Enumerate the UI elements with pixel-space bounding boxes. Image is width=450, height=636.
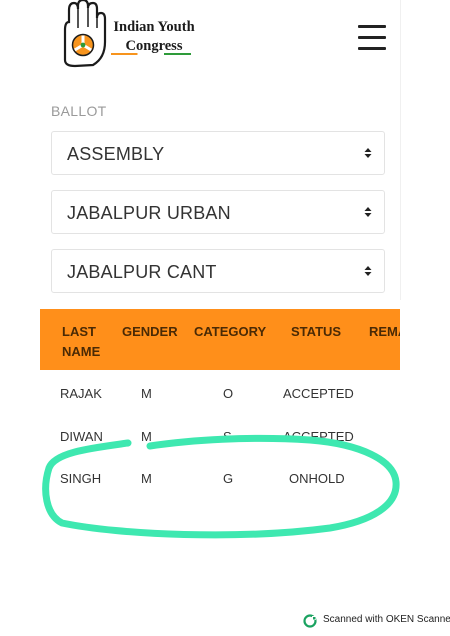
- logo-line-1: Indian Youth: [113, 19, 195, 35]
- constituency-select[interactable]: JABALPUR CANT: [51, 249, 385, 293]
- select-arrows-icon: [364, 148, 372, 158]
- cell-last-name: RAJAK: [60, 386, 102, 401]
- select-value: ASSEMBLY: [67, 144, 165, 164]
- candidates-table: LAST NAME GENDER CATEGORY STATUS REMA RA…: [40, 309, 400, 549]
- select-value: JABALPUR CANT: [67, 262, 217, 282]
- column-header-gender[interactable]: GENDER: [122, 322, 178, 342]
- table-row[interactable]: SINGH M G ONHOLD: [40, 454, 400, 496]
- page-edge-divider: [400, 0, 401, 300]
- menu-bar: [358, 47, 386, 50]
- column-header-status[interactable]: STATUS: [291, 322, 341, 342]
- scanner-logo-icon: [303, 614, 317, 628]
- logo-text: Indian Youth Congress: [108, 18, 200, 56]
- cell-category: S: [223, 429, 232, 444]
- cell-status: ACCEPTED: [283, 386, 354, 401]
- app-header: Indian Youth Congress: [0, 0, 400, 80]
- logo-tricolor-stripe: [111, 53, 191, 55]
- select-arrows-icon: [364, 207, 372, 217]
- column-header-category[interactable]: CATEGORY: [194, 322, 266, 342]
- cell-gender: M: [141, 386, 152, 401]
- menu-bar: [358, 25, 386, 28]
- select-arrows-icon: [364, 266, 372, 276]
- logo[interactable]: Indian Youth Congress: [55, 0, 195, 70]
- cell-status: ACCEPTED: [283, 429, 354, 444]
- cell-last-name: DIWAN: [60, 429, 103, 444]
- ballot-label: BALLOT: [51, 103, 107, 119]
- district-select[interactable]: JABALPUR URBAN: [51, 190, 385, 234]
- cell-last-name: SINGH: [60, 471, 102, 486]
- table-row[interactable]: DIWAN M S ACCEPTED: [40, 412, 400, 454]
- select-value: JABALPUR URBAN: [67, 203, 231, 223]
- cell-gender: M: [141, 429, 152, 444]
- hand-logo-icon: [63, 0, 107, 68]
- cell-status: ONHOLD: [289, 471, 345, 486]
- cell-category: G: [223, 471, 234, 486]
- cell-gender: M: [141, 471, 152, 486]
- table-row[interactable]: RAJAK M O ACCEPTED: [40, 370, 400, 412]
- ballot-type-select[interactable]: ASSEMBLY: [51, 131, 385, 175]
- cell-category: O: [223, 386, 234, 401]
- column-header-last-name[interactable]: LAST NAME: [62, 322, 122, 362]
- hamburger-menu-icon[interactable]: [358, 25, 386, 51]
- menu-bar: [358, 36, 386, 39]
- scanner-watermark-text: Scanned with OKEN Scanner: [323, 614, 450, 625]
- table-header: LAST NAME GENDER CATEGORY STATUS REMA: [40, 309, 400, 370]
- column-header-remarks[interactable]: REMA: [369, 322, 400, 342]
